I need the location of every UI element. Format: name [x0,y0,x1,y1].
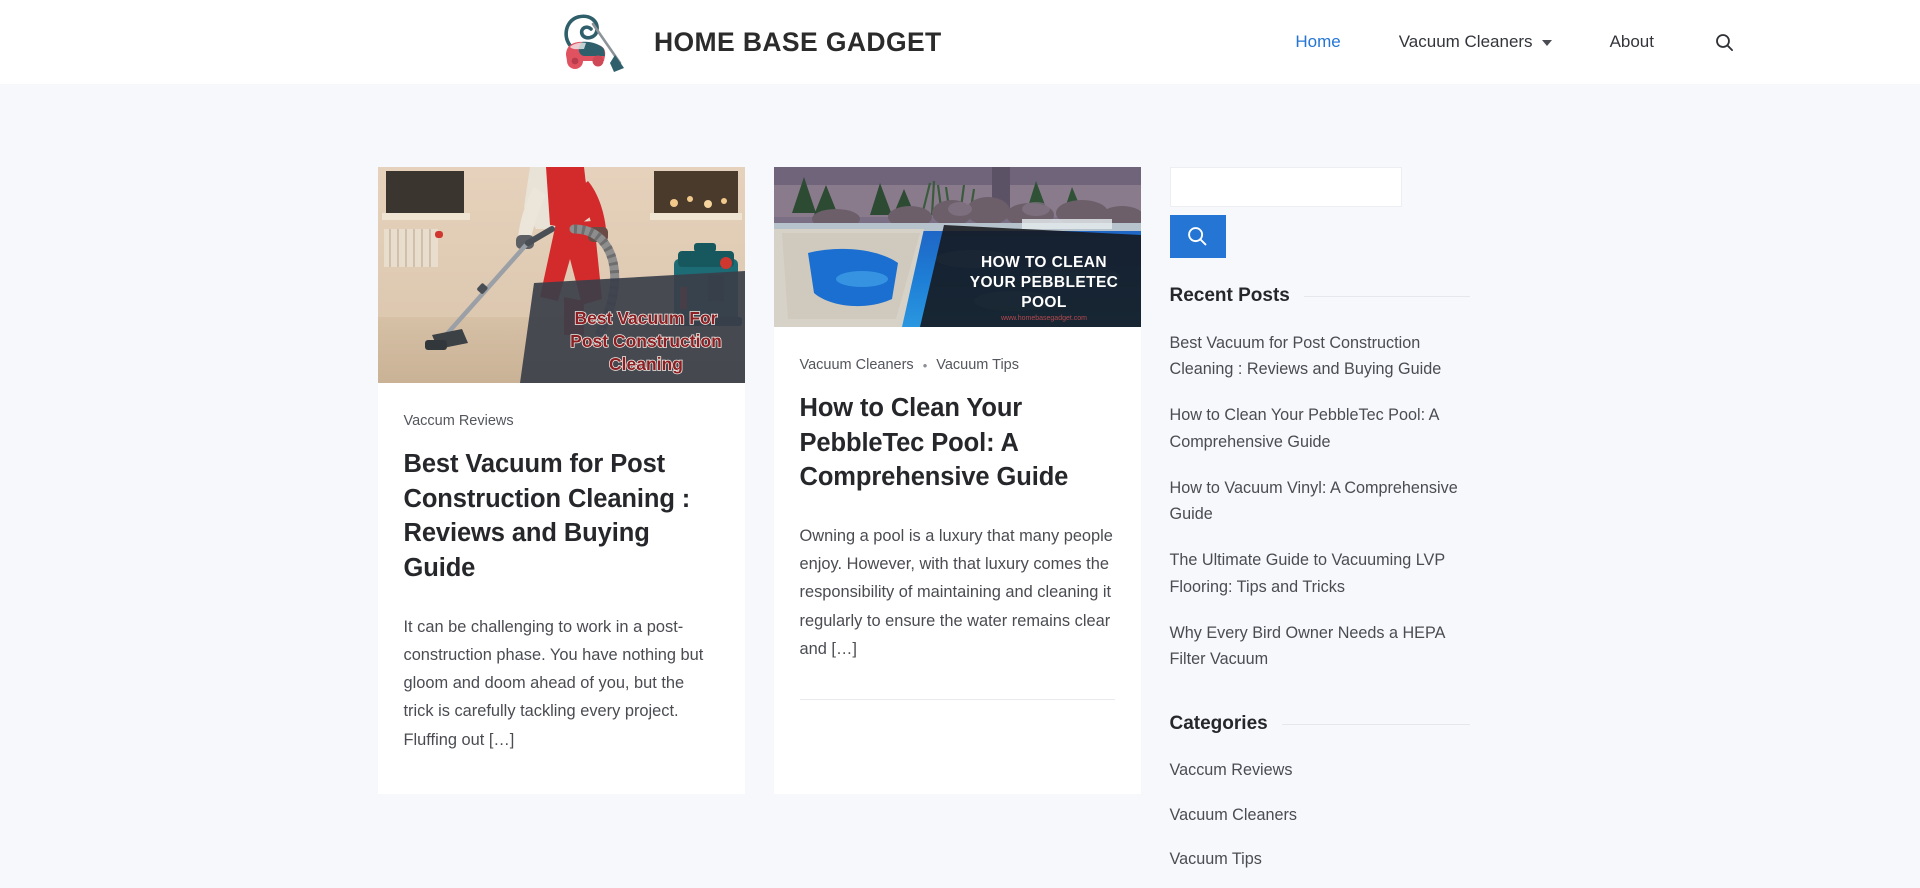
widget-title: Recent Posts [1169,285,1290,306]
svg-text:Best Vacuum For: Best Vacuum For [574,308,717,328]
svg-text:POOL: POOL [1021,294,1067,311]
post-category-link[interactable]: Vaccum Reviews [404,413,514,429]
recent-post-link[interactable]: The Ultimate Guide to Vacuuming LVP Floo… [1170,537,1470,609]
svg-text:www.homebasegadget.com: www.homebasegadget.com [1000,315,1087,322]
post-categories: Vacuum Cleaners • Vacuum Tips [800,357,1115,373]
post-category-link[interactable]: Vacuum Tips [936,357,1019,373]
page-content: Best Vacuum For Post Construction Cleani… [377,84,1543,881]
list-item: Vacuum Cleaners [1170,793,1470,837]
chevron-down-icon [1541,40,1552,46]
recent-posts-widget: Recent Posts Best Vacuum for Post Constr… [1170,285,1470,682]
post-thumbnail-image: HOW TO CLEAN YOUR PEBBLETEC POOL www.hom… [773,167,1141,327]
list-item: Why Every Bird Owner Needs a HEPA Filter… [1170,610,1470,682]
svg-text:Cleaning: Cleaning [609,354,683,374]
categories-list: Vaccum Reviews Vacuum Cleaners Vacuum Ti… [1170,748,1470,881]
widget-title: Categories [1169,713,1268,735]
nav-item-vacuum-cleaners[interactable]: Vacuum Cleaners [1370,32,1581,52]
search-icon [1716,33,1734,51]
post-categories: Vaccum Reviews [404,413,719,429]
nav-item-about[interactable]: About [1581,32,1683,52]
post-excerpt: Owning a pool is a luxury that many peop… [799,527,1113,658]
heading-rule [1303,295,1470,297]
posts-column: Best Vacuum For Post Construction Cleani… [377,167,1141,794]
recent-posts-list: Best Vacuum for Post Construction Cleani… [1170,320,1470,682]
category-separator: • [922,357,928,373]
post-title-link[interactable]: Best Vacuum for Post Construction Cleani… [404,450,691,582]
list-item: Best Vacuum for Post Construction Cleani… [1170,320,1470,392]
post-excerpt: It can be challenging to work in a post-… [403,617,704,749]
post-thumbnail-image: Best Vacuum For Post Construction Cleani… [377,167,745,383]
recent-post-link[interactable]: How to Vacuum Vinyl: A Comprehensive Gui… [1170,465,1470,537]
site-title: HOME BASE GADGET [654,26,942,57]
list-item: How to Clean Your PebbleTec Pool: A Comp… [1170,392,1470,464]
post-card: Best Vacuum For Post Construction Cleani… [377,167,745,794]
nav-item-label: Vacuum Cleaners [1398,32,1533,51]
svg-text:YOUR PEBBLETEC: YOUR PEBBLETEC [969,274,1118,291]
search-submit-button[interactable] [1169,215,1226,258]
nav-item-label: Home [1295,32,1341,51]
svg-text:Post Construction: Post Construction [570,331,722,351]
list-item: Vaccum Reviews [1170,748,1470,792]
recent-post-link[interactable]: How to Clean Your PebbleTec Pool: A Comp… [1170,392,1470,464]
search-input[interactable] [1169,167,1402,207]
site-brand[interactable]: HOME BASE GADGET [560,11,942,73]
categories-widget: Categories Vaccum Reviews Vacuum Cleaner… [1170,713,1470,881]
vacuum-cleaner-logo-icon [564,14,624,72]
site-header: HOME BASE GADGET Home Vacuum Cleaners Ab… [0,0,1920,84]
list-item: The Ultimate Guide to Vacuuming LVP Floo… [1170,537,1470,609]
sidebar: Recent Posts Best Vacuum for Post Constr… [1169,167,1470,881]
main-navigation: Home Vacuum Cleaners About [1266,27,1740,58]
category-link[interactable]: Vacuum Tips [1170,837,1470,881]
header-search-button[interactable] [1709,27,1740,58]
recent-post-link[interactable]: Best Vacuum for Post Construction Cleani… [1170,320,1470,392]
nav-item-home[interactable]: Home [1266,32,1369,52]
nav-item-label: About [1609,32,1654,51]
heading-rule [1281,723,1470,725]
category-link[interactable]: Vacuum Cleaners [1170,793,1470,837]
widget-heading: Recent Posts [1170,285,1470,307]
post-category-link[interactable]: Vacuum Cleaners [800,357,914,373]
post-card: HOW TO CLEAN YOUR PEBBLETEC POOL www.hom… [773,167,1141,794]
sidebar-search-widget [1169,167,1470,258]
recent-post-link[interactable]: Why Every Bird Owner Needs a HEPA Filter… [1170,610,1470,682]
post-thumbnail[interactable]: Best Vacuum For Post Construction Cleani… [377,167,745,383]
post-title: Best Vacuum for Post Construction Cleani… [404,447,719,586]
list-item: Vacuum Tips [1170,837,1470,881]
post-title: How to Clean Your PebbleTec Pool: A Comp… [800,391,1115,495]
list-item: How to Vacuum Vinyl: A Comprehensive Gui… [1170,465,1470,537]
category-link[interactable]: Vaccum Reviews [1170,748,1470,792]
search-icon [1188,227,1207,246]
post-thumbnail[interactable]: HOW TO CLEAN YOUR PEBBLETEC POOL www.hom… [773,167,1141,327]
post-title-link[interactable]: How to Clean Your PebbleTec Pool: A Comp… [800,394,1069,491]
post-divider [799,699,1115,701]
widget-heading: Categories [1170,713,1470,735]
svg-text:HOW TO CLEAN: HOW TO CLEAN [981,254,1107,271]
